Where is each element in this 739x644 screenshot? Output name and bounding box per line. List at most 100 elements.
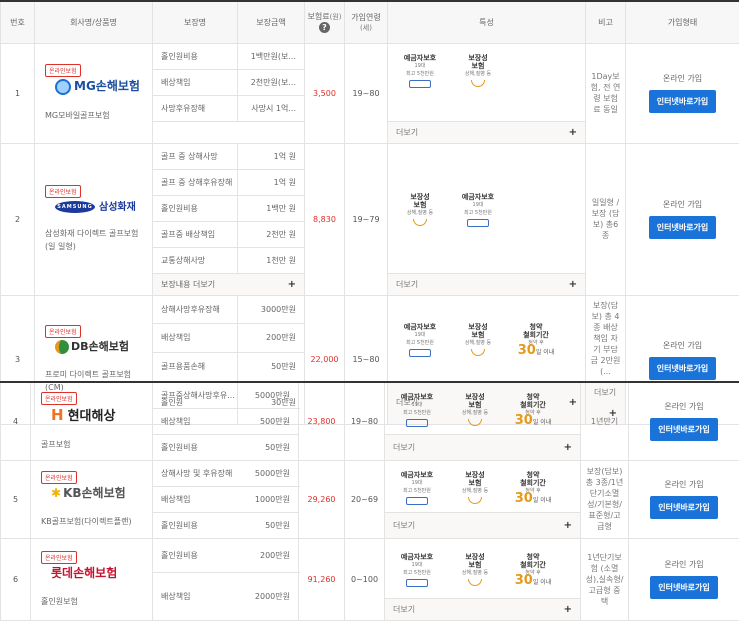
coverage-name: 골프용품손해 — [152, 351, 238, 382]
col-premium: 보험료(원)? — [304, 0, 345, 44]
insurance-table-top: 번호 회사명/상품명 보장명 보장금액 보험료(원)? 가입연령 (세) 특성 비… — [0, 0, 739, 425]
row-number: 4 — [0, 381, 31, 461]
age-range: 19~79 — [344, 142, 388, 296]
join-cell: 온라인 가입 인터넷바로가입 — [625, 142, 739, 296]
table-row: 5 온라인보험 ✱ KB손해보험 KB골프보험(다이렉트플랜) 상해사망 및 후유… — [0, 459, 739, 539]
coverage-item: 상해사망 및 후유장해 5000만원 — [152, 459, 299, 487]
help-icon[interactable]: ? — [319, 22, 330, 34]
coverage-amount: 1백만원(보... — [237, 42, 305, 70]
features: 예금자보호 19대 최고 5천만원 보장성 보험 상해,질병 등 청약 철회기간 청약 후3… — [384, 381, 581, 435]
coverage-item: 배상책임 1000만원 — [152, 485, 299, 513]
kb-logo: ✱ KB손해보험 — [51, 485, 126, 500]
premium: 91,260 — [298, 537, 345, 621]
deposit-protection-icon: 예금자보호 19대 최고 5천만원 — [396, 323, 444, 357]
col-coverage: 보장명 — [152, 0, 238, 44]
coverage-amount: 1억 원 — [237, 142, 305, 170]
table-row: 4 온라인보험 H 현대해상 골프보험 골프중상해사망후유... 5000만원 23… — [0, 381, 739, 461]
coverage-item: 홀인원비용 200만원 — [152, 537, 299, 573]
coverage-insurance-icon: 보장성 보험 상해,질병 등 — [454, 323, 502, 357]
features-more-button[interactable]: 더보기 + — [387, 120, 586, 144]
premium: 8,830 — [304, 142, 345, 296]
withdrawal-period-icon: 청약 철회기간 청약 후 30일 이내 — [514, 471, 552, 506]
coverage-amount: 1천만 원 — [237, 246, 305, 274]
deposit-protection-icon: 예금자보호 19대 최고 5천만원 — [393, 393, 441, 428]
row-number: 1 — [0, 42, 35, 144]
row-number: 5 — [0, 459, 31, 539]
coverage-name: 상해사망후유장해 — [152, 294, 238, 325]
note: 1Day보험, 전 연령 보험료 동일 — [585, 42, 626, 144]
product-name: 삼성화재 다이렉트 골프보험(일 일형) — [45, 229, 139, 251]
features-more-button[interactable]: 더보기 + — [384, 511, 581, 539]
coverage-amount: 200만원 — [237, 323, 305, 353]
deposit-protection-icon: 예금자보호 19대 최고 5천만원 — [393, 471, 441, 505]
coverage-insurance-icon: 보장성 보험 상해,질병 등 — [396, 193, 444, 227]
online-badge: 온라인보험 — [45, 185, 81, 198]
plus-icon: + — [287, 278, 296, 290]
mg-logo: MG손해보험 — [55, 77, 140, 95]
coverage-item: 배상책임 500만원 — [152, 407, 299, 435]
features: 예금자보호 19대 최고 5천만원 보장성 보험 상해,질병 등 청약 철회기간 청약 후3… — [387, 294, 586, 382]
coverage-name: 배상책임 — [152, 68, 238, 96]
join-button[interactable]: 인터넷바로가입 — [650, 496, 718, 519]
premium: 29,260 — [298, 459, 345, 539]
features: 보장성 보험 상해,질병 등 예금자보호 19대 최고 5천만원 — [387, 142, 586, 274]
coverage-amount: 2천만 원 — [237, 220, 305, 248]
product-name: 홀인원보험 — [41, 596, 78, 606]
company-cell: 온라인보험 SAMSUNG 삼성화재 삼성화재 다이렉트 골프보험(일 일형) — [34, 142, 153, 296]
online-badge: 온라인보험 — [41, 470, 77, 484]
note: 1년만기 — [580, 381, 629, 461]
coverage-amount: 1억 원 — [237, 168, 305, 196]
coverage-name: 홀인원비용 — [152, 194, 238, 222]
plus-icon: + — [563, 603, 572, 615]
withdrawal-period-icon: 청약 철회기간 청약 후 30일 이내 — [517, 323, 555, 358]
deposit-protection-icon: 예금자보호 19대 최고 5천만원 — [393, 553, 441, 587]
coverage-amount: 2천만원(보... — [237, 68, 305, 96]
coverage-name: 배상책임 — [152, 323, 238, 353]
plus-icon: + — [568, 278, 577, 290]
col-join: 가입형태 — [625, 0, 739, 44]
db-logo: DB손해보험 — [55, 338, 129, 354]
coverage-more-button[interactable]: 보장내용 더보기 + — [152, 272, 305, 296]
coverage-name: 골프중 배상책임 — [152, 220, 238, 248]
lotte-logo: 롯데손해보험 — [51, 565, 118, 580]
row-number: 6 — [0, 537, 31, 621]
coverage-name: 사망후유장해 — [152, 94, 238, 122]
insurance-table-bottom: 4 온라인보험 H 현대해상 골프보험 골프중상해사망후유... 5000만원 23… — [0, 381, 739, 621]
online-join-label: 온라인 가입 — [662, 74, 703, 83]
premium: 3,500 — [304, 42, 345, 144]
coverage-amount: 3000만원 — [237, 294, 305, 325]
join-button[interactable]: 인터넷바로가입 — [650, 576, 718, 599]
company-cell: 온라인보험 H 현대해상 골프보험 — [30, 381, 153, 461]
withdrawal-period-icon: 청약 철회기간 청약 후 30일 이내 — [514, 393, 552, 429]
features: 예금자보호 19대 최고 5천만원 보장성 보험 상해,질병 등 — [387, 42, 586, 122]
note: 1년단기보험 (소멸성),실속형/고급형 중 택 — [580, 537, 629, 621]
features-more-button[interactable]: 더보기 + — [384, 433, 581, 461]
age-range: 0~100 — [344, 537, 385, 621]
coverage-insurance-icon: 보장성 보험 상해,질병 등 — [451, 393, 499, 427]
company-cell: 온라인보험 ✱ KB손해보험 KB골프보험(다이렉트플랜) — [30, 459, 153, 539]
join-button[interactable]: 인터넷바로가입 — [648, 356, 717, 380]
coverage-name: 교통상해사망 — [152, 246, 238, 274]
join-button[interactable]: 인터넷바로가입 — [648, 216, 717, 239]
online-join-label: 온라인 가입 — [662, 200, 703, 209]
coverage-insurance-icon: 보장성 보험 상해,질병 등 — [451, 471, 499, 505]
online-badge: 온라인보험 — [45, 325, 81, 338]
plus-icon: + — [563, 519, 572, 531]
note: 보장(담보) 총 3종/1년 단기소멸성/기본형/표준형/고급형 — [580, 459, 629, 539]
online-badge: 온라인보험 — [41, 550, 77, 564]
col-company: 회사명/상품명 — [34, 0, 153, 44]
join-button[interactable]: 인터넷바로가입 — [650, 418, 718, 442]
samsung-logo: SAMSUNG 삼성화재 — [55, 198, 136, 213]
features-more-button[interactable]: 더보기 + — [384, 597, 581, 621]
online-join-label: 온라인 가입 — [662, 340, 703, 350]
col-no: 번호 — [0, 0, 35, 44]
join-button[interactable]: 인터넷바로가입 — [648, 90, 717, 113]
col-age: 가입연령 (세) — [344, 0, 388, 44]
company-cell: 온라인보험 롯데손해보험 홀인원보험 — [30, 537, 153, 621]
online-badge: 온라인보험 — [45, 64, 81, 78]
plus-icon: + — [563, 441, 572, 453]
features-more-button[interactable]: 더보기 + — [387, 272, 586, 296]
coverage-insurance-icon: 보장성 보험 상해,질병 등 — [451, 553, 499, 587]
coverage-amount: 50만원 — [237, 351, 305, 382]
coverage-amount: 사망시 1억... — [237, 94, 305, 122]
